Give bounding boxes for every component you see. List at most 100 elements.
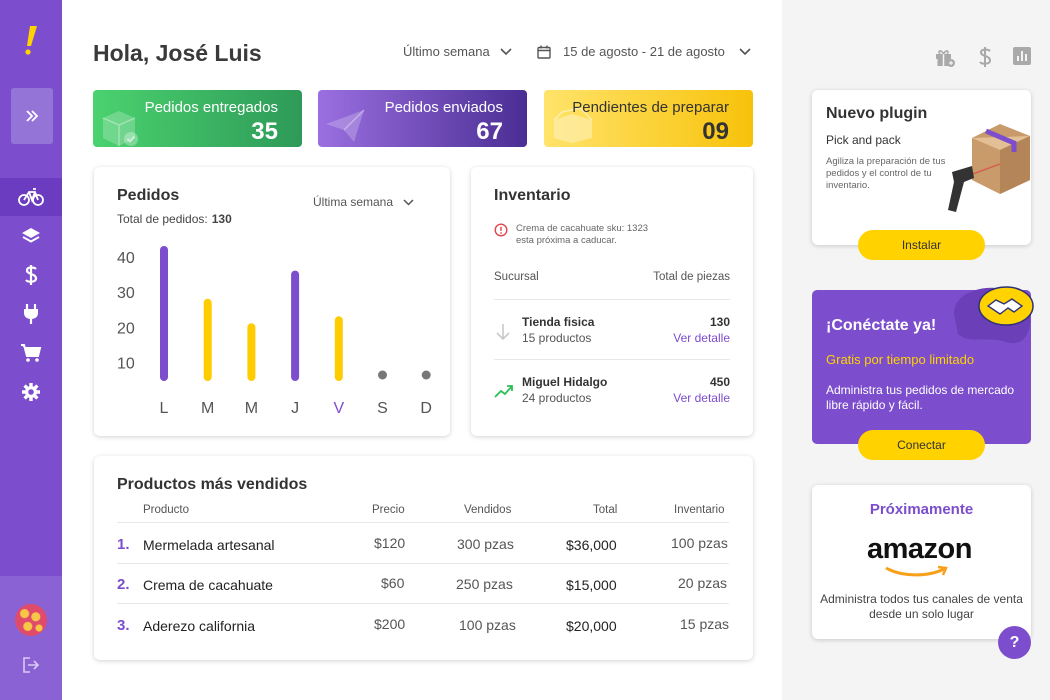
- inventory-title: Inventario: [494, 187, 571, 204]
- alert-line: esta próxima a caducar.: [516, 235, 617, 246]
- connect-button[interactable]: Conectar: [858, 430, 985, 460]
- period-dropdown[interactable]: Último semana: [403, 44, 512, 59]
- stat-label: Pedidos enviados: [384, 99, 503, 116]
- product-stock: 20 pzas: [678, 575, 728, 591]
- row-rank: 3.: [117, 617, 130, 634]
- col-sold: Vendidos: [464, 504, 512, 516]
- nav-item-deliveries[interactable]: [0, 178, 62, 216]
- product-stock: 100 pzas: [671, 535, 728, 551]
- top-products-card: Productos más vendidos Producto Precio V…: [94, 456, 753, 660]
- divider: [117, 522, 729, 523]
- connect-mercadolibre-card: ¡Conéctate ya! Gratis por tiempo limitad…: [812, 286, 1034, 460]
- dollar-icon[interactable]: [978, 46, 992, 68]
- stat-pending-orders[interactable]: Pendientes de preparar 09: [544, 90, 753, 147]
- cart-icon: [21, 344, 42, 362]
- divider: [494, 299, 730, 300]
- arrow-down-icon: [496, 324, 510, 341]
- sidebar-footer: [0, 576, 62, 700]
- gift-icon[interactable]: [934, 46, 956, 68]
- branch-name: Miguel Hidalgo: [522, 375, 608, 389]
- logo-icon: [25, 26, 37, 55]
- chart-bar-empty[interactable]: [378, 370, 387, 380]
- y-tick-label: 20: [117, 320, 135, 337]
- plugin-title: Nuevo plugin: [826, 105, 928, 122]
- view-detail-link[interactable]: Ver detalle: [673, 391, 730, 405]
- inventory-row: Miguel Hidalgo 24 productos 450 Ver deta…: [494, 375, 730, 415]
- chart-bar-empty[interactable]: [421, 370, 431, 380]
- box-check-icon: [102, 111, 138, 146]
- plugin-subtitle: Pick and pack: [826, 133, 901, 147]
- orders-card: Pedidos Total de pedidos: 130 Última sema…: [94, 167, 450, 436]
- product-name: Crema de cacahuate: [143, 577, 273, 593]
- x-tick-label: L: [160, 400, 169, 417]
- col-branch: Sucursal: [494, 271, 539, 283]
- stat-delivered-orders[interactable]: Pedidos entregados 35: [93, 90, 302, 147]
- coming-soon-title: Próximamente: [869, 501, 974, 518]
- product-price: $120: [374, 535, 406, 551]
- alert-line: Crema de cacahuate sku: 1323: [516, 223, 649, 234]
- amazon-logo: amazon: [867, 533, 972, 565]
- stat-value: 67: [476, 118, 503, 145]
- product-price: $200: [374, 616, 406, 632]
- product-sold: 250 pzas: [456, 576, 513, 592]
- branch-qty: 130: [709, 315, 730, 329]
- x-tick-label: J: [291, 400, 299, 417]
- double-chevron-right-icon: [26, 110, 39, 122]
- install-button[interactable]: Instalar: [858, 230, 985, 260]
- product-total: $20,000: [566, 618, 617, 634]
- product-total: $15,000: [566, 577, 617, 593]
- top-products-title: Productos más vendidos: [117, 476, 308, 493]
- row-rank: 1.: [117, 536, 130, 553]
- plug-icon: [24, 304, 38, 324]
- y-tick-label: 40: [117, 250, 135, 267]
- inventory-row: Tienda fisica 15 productos 130 Ver detal…: [494, 315, 730, 355]
- chevron-down-icon: [739, 47, 751, 55]
- coming-soon-description: Administra todos tus canales de venta de…: [820, 592, 1023, 621]
- plugin-description: Agiliza la preparación de tus pedidos y …: [826, 156, 946, 191]
- chart-icon[interactable]: [1013, 47, 1031, 65]
- product-total: $36,000: [566, 537, 617, 553]
- help-button[interactable]: ?: [998, 626, 1031, 659]
- logout-icon[interactable]: [22, 656, 40, 674]
- branch-name: Tienda fisica: [522, 315, 595, 329]
- date-range-label: 15 de agosto - 21 de agosto: [563, 44, 725, 59]
- y-tick-label: 30: [117, 285, 135, 302]
- bike-icon: [18, 188, 44, 206]
- nav-item-layers[interactable]: [0, 217, 62, 255]
- calendar-icon: [537, 45, 551, 59]
- stat-sent-orders[interactable]: Pedidos enviados 67: [318, 90, 527, 147]
- avatar[interactable]: [15, 604, 47, 636]
- nav-item-integrations[interactable]: [0, 295, 62, 333]
- product-name: Mermelada artesanal: [143, 537, 275, 553]
- view-detail-link[interactable]: Ver detalle: [673, 331, 730, 345]
- coming-soon-card: Próximamente amazon Administra todos tus…: [812, 485, 1031, 639]
- package-scanner-icon: [948, 124, 1030, 212]
- col-total: Total: [593, 504, 618, 516]
- gear-icon: [22, 383, 40, 401]
- nav-item-finance[interactable]: [0, 256, 62, 294]
- inventory-alert: Crema de cacahuate sku: 1323 esta próxim…: [494, 223, 648, 247]
- amazon-smile-icon: [885, 565, 948, 577]
- x-tick-label: S: [377, 400, 388, 417]
- paper-plane-icon: [326, 109, 365, 142]
- branch-products: 15 productos: [522, 331, 592, 345]
- row-rank: 2.: [117, 576, 130, 593]
- mercadolibre-handshake-icon: [954, 286, 1034, 344]
- inventory-header: Sucursal Total de piezas: [494, 271, 730, 283]
- connect-promo: Gratis por tiempo limitado: [826, 352, 975, 367]
- product-stock: 15 pzas: [680, 616, 730, 632]
- date-range-dropdown[interactable]: 15 de agosto - 21 de agosto: [537, 44, 751, 59]
- expand-sidebar-button[interactable]: [11, 88, 53, 144]
- branch-products: 24 productos: [522, 391, 592, 405]
- period-dropdown-label: Último semana: [403, 44, 490, 59]
- product-sold: 300 pzas: [457, 536, 514, 552]
- x-tick-label: M: [201, 400, 214, 417]
- nav-item-cart[interactable]: [0, 334, 62, 372]
- layers-icon: [22, 228, 40, 243]
- stat-label: Pendientes de preparar: [572, 99, 729, 116]
- nav-item-settings[interactable]: [0, 373, 62, 411]
- orders-bar-chart: 10 20 30 40 L M M J V S D: [117, 246, 432, 417]
- alert-icon: [494, 223, 508, 237]
- col-product: Producto: [143, 504, 190, 516]
- product-price: $60: [381, 575, 405, 591]
